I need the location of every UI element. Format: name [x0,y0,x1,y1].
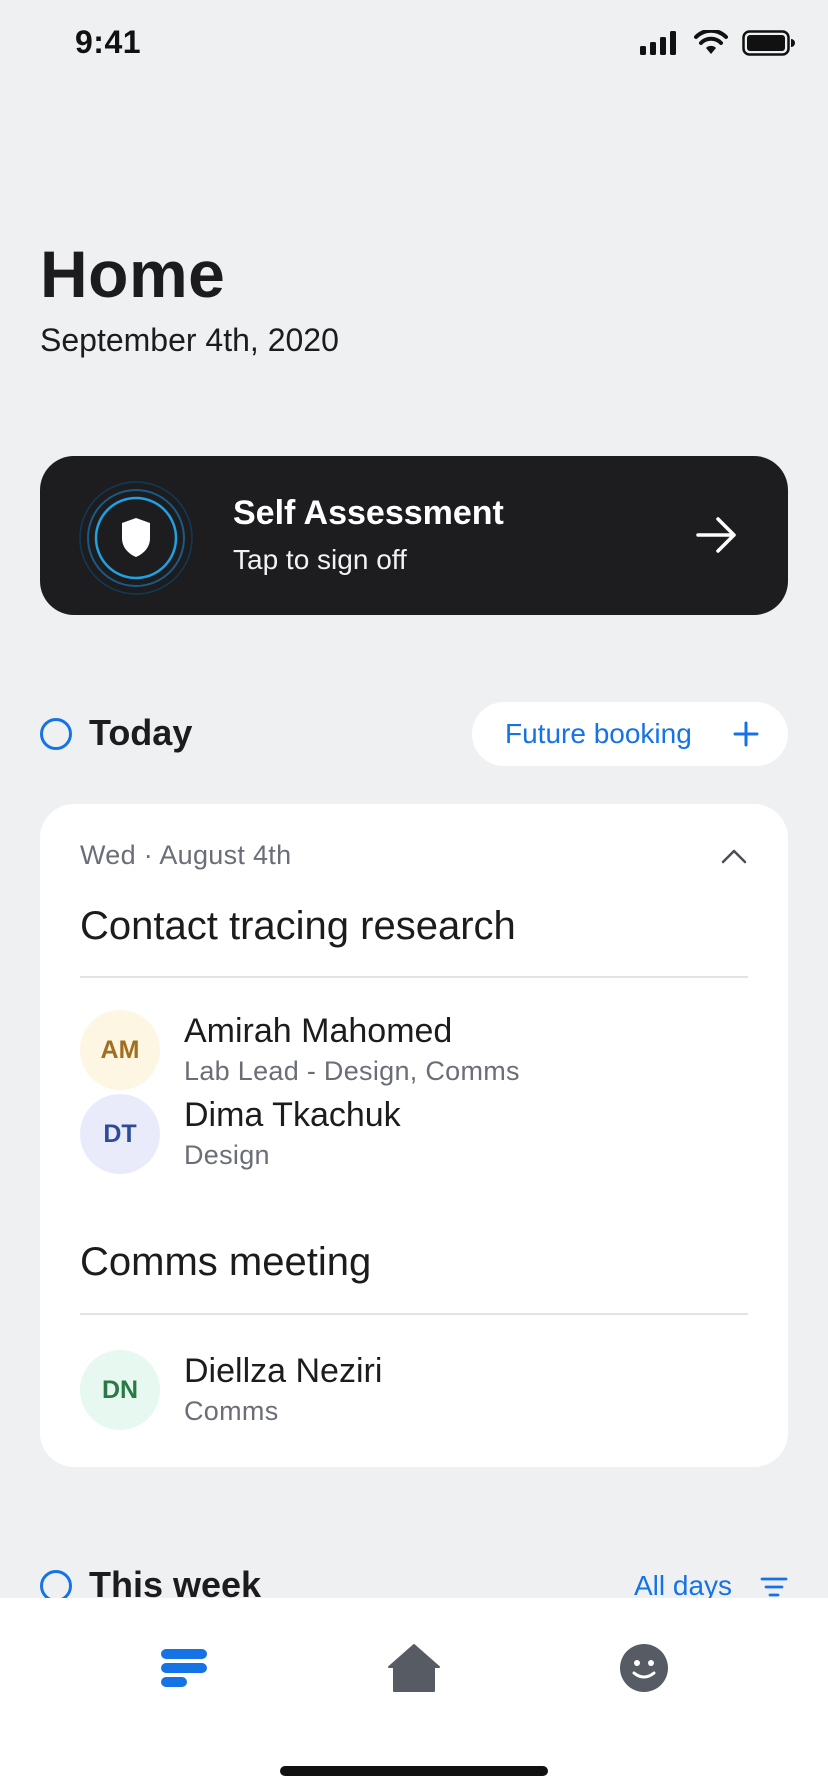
person-row[interactable]: DT Dima Tkachuk Design [80,1094,748,1174]
avatar: AM [80,1010,160,1090]
person-role: Design [184,1140,270,1170]
person-row[interactable]: DN Diellza Neziri Comms [80,1350,748,1430]
tab-list[interactable] [156,1640,212,1696]
wifi-icon [694,30,728,54]
home-indicator [280,1766,548,1776]
arrow-right-icon [696,517,736,553]
page-date: September 4th, 2020 [40,322,339,358]
tab-home[interactable] [386,1640,442,1696]
list-icon [161,1649,207,1687]
person-role: Lab Lead - Design, Comms [184,1056,520,1086]
filter-icon[interactable] [760,1576,788,1598]
status-time: 9:41 [75,24,142,60]
meeting-divider [80,1313,748,1315]
cellular-signal-icon [640,31,676,55]
tab-profile[interactable] [616,1640,672,1696]
person-row[interactable]: AM Amirah Mahomed Lab Lead - Design, Com… [80,1010,748,1090]
self-assessment-title: Self Assessment [233,494,504,532]
battery-icon [742,30,795,56]
today-ring-icon [40,718,72,750]
meeting-title: Contact tracing research [80,904,516,948]
person-name: Dima Tkachuk [184,1096,401,1134]
person-role: Comms [184,1396,279,1426]
future-booking-button[interactable]: Future booking [472,702,788,766]
avatar: DT [80,1094,160,1174]
avatar: DN [80,1350,160,1430]
self-assessment-card[interactable]: Self Assessment Tap to sign off [40,456,788,615]
page-title: Home [40,237,226,311]
meeting-divider [80,976,748,978]
smiley-icon [620,1644,668,1692]
shield-icon [79,481,193,595]
meeting-title: Comms meeting [80,1240,372,1284]
chevron-up-icon[interactable] [720,846,748,866]
person-name: Amirah Mahomed [184,1012,453,1050]
plus-icon [733,721,759,747]
status-icons [640,30,796,56]
person-name: Diellza Neziri [184,1352,383,1390]
self-assessment-subtitle: Tap to sign off [233,544,407,575]
today-label: Today [89,712,193,753]
home-icon [388,1644,440,1692]
card-date: Wed · August 4th [80,840,292,870]
day-card: Wed · August 4th Contact tracing researc… [40,804,788,1467]
tab-bar [0,1598,828,1792]
future-booking-label: Future booking [505,718,692,749]
